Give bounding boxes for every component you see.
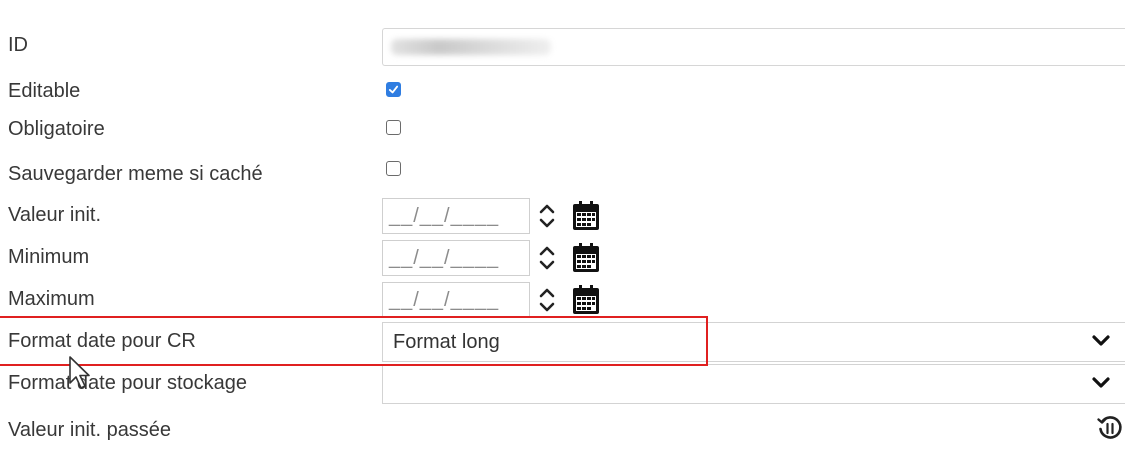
- minimum-label: Minimum: [8, 246, 90, 268]
- valeur-init-date-input[interactable]: __/__/____: [382, 198, 530, 234]
- obligatoire-checkbox[interactable]: [386, 120, 401, 135]
- minimum-spinner-icon[interactable]: [536, 240, 558, 276]
- sauvegarder-label: Sauvegarder meme si caché: [8, 163, 263, 185]
- mouse-pointer-icon: [69, 356, 90, 389]
- highlight-box: [0, 316, 708, 366]
- check-icon: [388, 85, 399, 94]
- maximum-label: Maximum: [8, 288, 95, 310]
- valeur-init-spinner-icon[interactable]: [536, 198, 558, 234]
- sauvegarder-checkbox[interactable]: [386, 161, 401, 176]
- valeur-init-passee-label: Valeur init. passée: [8, 419, 172, 441]
- blurred-id-value: [391, 39, 551, 55]
- maximum-calendar-icon[interactable]: [570, 284, 602, 316]
- maximum-date-input[interactable]: __/__/____: [382, 282, 530, 318]
- chevron-down-icon[interactable]: [1091, 334, 1111, 348]
- valeur-init-calendar-icon[interactable]: [570, 200, 602, 232]
- obligatoire-label: Obligatoire: [8, 118, 105, 140]
- editable-label: Editable: [8, 80, 81, 102]
- minimum-calendar-icon[interactable]: [570, 242, 602, 274]
- id-label: ID: [8, 34, 28, 56]
- maximum-spinner-icon[interactable]: [536, 282, 558, 318]
- chevron-down-icon[interactable]: [1091, 376, 1111, 390]
- valeur-init-label: Valeur init.: [8, 204, 102, 226]
- format-stockage-select[interactable]: [382, 364, 1125, 404]
- editable-checkbox[interactable]: [386, 82, 401, 97]
- history-reset-icon[interactable]: [1096, 414, 1124, 442]
- id-input[interactable]: [382, 28, 1125, 66]
- minimum-date-input[interactable]: __/__/____: [382, 240, 530, 276]
- format-stockage-label: Format date pour stockage: [8, 372, 248, 394]
